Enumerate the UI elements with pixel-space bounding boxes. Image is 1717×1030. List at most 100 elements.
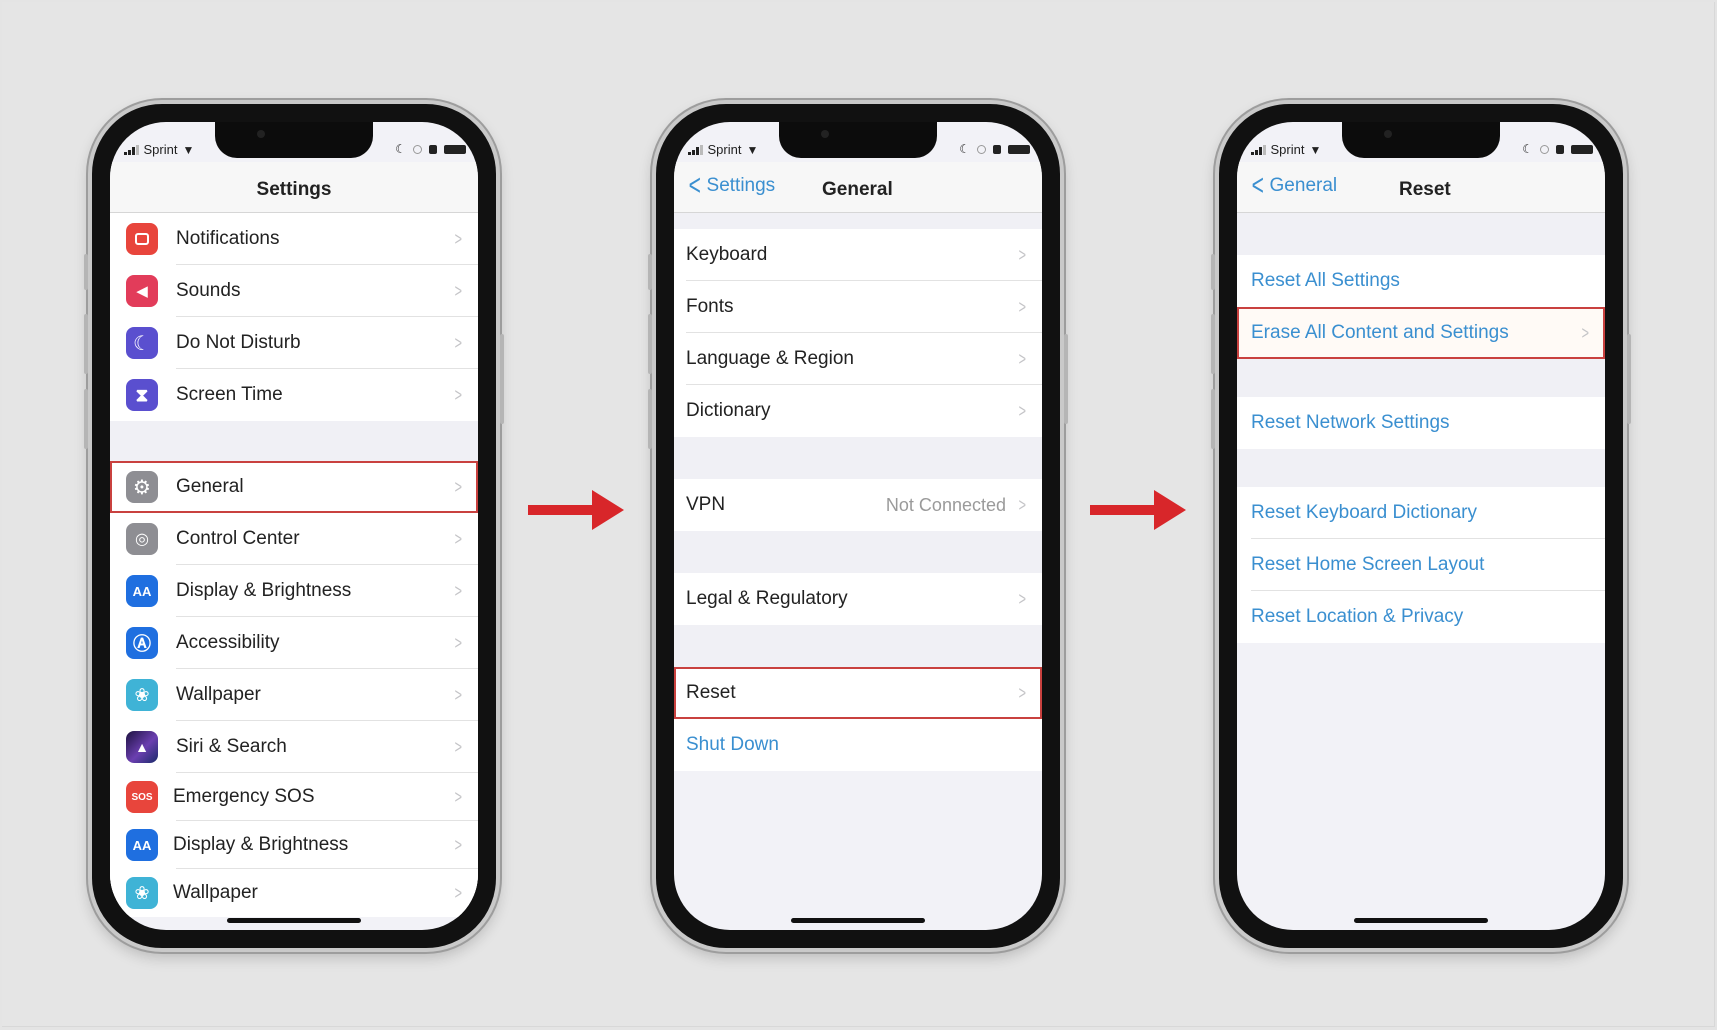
- notch: [779, 122, 937, 158]
- general-item-language-region[interactable]: Language & Region >: [674, 333, 1042, 385]
- screen: Sprint ▼ ☾ < General Reset Reset All Set…: [1237, 122, 1605, 930]
- alarm-icon: [1556, 144, 1564, 154]
- section-gap: [674, 531, 1042, 573]
- orientation-lock-icon: [1540, 144, 1549, 154]
- chevron-right-icon: >: [455, 736, 463, 757]
- power-button: [1627, 334, 1631, 424]
- chevron-right-icon: >: [455, 684, 463, 705]
- battery-icon: [444, 144, 466, 154]
- home-indicator[interactable]: [227, 918, 361, 923]
- accessibility-icon: Ⓐ: [126, 627, 158, 659]
- general-item-dictionary[interactable]: Dictionary >: [674, 385, 1042, 437]
- flower-icon: ❀: [126, 679, 158, 711]
- settings-item-notifications[interactable]: Notifications >: [110, 213, 478, 265]
- settings-item-display-brightness-2[interactable]: AA Display & Brightness >: [110, 821, 478, 869]
- chevron-right-icon: >: [455, 384, 463, 405]
- back-button[interactable]: < Settings: [686, 169, 776, 202]
- general-group-reset: Reset > Shut Down: [674, 667, 1042, 771]
- chevron-right-icon: >: [455, 476, 463, 497]
- settings-item-wallpaper-2[interactable]: ❀ Wallpaper >: [110, 869, 478, 917]
- speaker-icon: ◀: [126, 275, 158, 307]
- general-item-reset[interactable]: Reset >: [674, 667, 1042, 719]
- chevron-left-icon: <: [688, 169, 701, 202]
- settings-item-siri-search[interactable]: ▲ Siri & Search >: [110, 721, 478, 773]
- chevron-right-icon: >: [455, 786, 463, 807]
- alarm-icon: [993, 144, 1001, 154]
- back-button[interactable]: < General: [1249, 171, 1338, 201]
- back-label: Settings: [706, 175, 776, 196]
- item-label: Legal & Regulatory: [686, 588, 848, 609]
- item-label: Emergency SOS: [173, 786, 315, 807]
- settings-item-screen-time[interactable]: ⧗ Screen Time >: [110, 369, 478, 421]
- settings-item-accessibility[interactable]: Ⓐ Accessibility >: [110, 617, 478, 669]
- reset-group-3: Reset Keyboard Dictionary Reset Home Scr…: [1237, 487, 1605, 643]
- settings-item-control-center[interactable]: ◎ Control Center >: [110, 513, 478, 565]
- chevron-right-icon: >: [455, 882, 463, 903]
- carrier-label: Sprint: [143, 142, 178, 157]
- item-label: Dictionary: [686, 400, 771, 421]
- chevron-right-icon: >: [455, 528, 463, 549]
- screen: Sprint ▼ ☾ < Settings General Keyboard >…: [674, 122, 1042, 930]
- item-label: Shut Down: [686, 734, 779, 755]
- settings-item-sounds[interactable]: ◀ Sounds >: [110, 265, 478, 317]
- chevron-right-icon: >: [1019, 494, 1027, 515]
- page-title: Settings: [256, 179, 332, 200]
- notch: [215, 122, 373, 158]
- phone-general: Sprint ▼ ☾ < Settings General Keyboard >…: [648, 100, 1068, 952]
- item-label: Wallpaper: [176, 684, 261, 705]
- sos-icon: SOS: [126, 781, 158, 813]
- item-label: Keyboard: [686, 244, 768, 265]
- signal-icon: [688, 144, 703, 155]
- reset-group-2: Reset Network Settings: [1237, 397, 1605, 449]
- battery-icon: [1571, 144, 1593, 154]
- section-gap: [1237, 213, 1605, 255]
- wifi-icon: ▼: [1309, 142, 1322, 157]
- reset-home-screen-layout-button[interactable]: Reset Home Screen Layout: [1237, 539, 1605, 591]
- reset-network-settings-button[interactable]: Reset Network Settings: [1237, 397, 1605, 449]
- settings-group-1: Notifications > ◀ Sounds > ☾ Do Not Dist…: [110, 213, 478, 421]
- volume-down-button: [84, 389, 88, 449]
- general-group-legal: Legal & Regulatory >: [674, 573, 1042, 625]
- general-item-vpn[interactable]: VPN Not Connected >: [674, 479, 1042, 531]
- signal-icon: [1251, 144, 1266, 155]
- item-label: General: [176, 476, 244, 497]
- settings-item-wallpaper[interactable]: ❀ Wallpaper >: [110, 669, 478, 721]
- settings-item-do-not-disturb[interactable]: ☾ Do Not Disturb >: [110, 317, 478, 369]
- chevron-right-icon: >: [1019, 296, 1027, 317]
- notch: [1342, 122, 1500, 158]
- right-arrow-icon: [528, 490, 624, 530]
- erase-all-content-button[interactable]: Erase All Content and Settings >: [1237, 307, 1605, 359]
- general-item-keyboard[interactable]: Keyboard >: [674, 229, 1042, 281]
- power-button: [500, 334, 504, 424]
- reset-group-1: Reset All Settings Erase All Content and…: [1237, 255, 1605, 359]
- item-label: Reset Network Settings: [1251, 412, 1450, 433]
- item-label: Siri & Search: [176, 736, 287, 757]
- moon-icon: ☾: [1522, 142, 1533, 156]
- reset-keyboard-dictionary-button[interactable]: Reset Keyboard Dictionary: [1237, 487, 1605, 539]
- nav-bar: < Settings General: [674, 162, 1042, 213]
- item-label: Accessibility: [176, 632, 280, 653]
- chevron-right-icon: >: [1019, 400, 1027, 421]
- settings-group-2: ⚙ General > ◎ Control Center > AA Displa…: [110, 461, 478, 917]
- settings-item-display-brightness[interactable]: AA Display & Brightness >: [110, 565, 478, 617]
- flower-icon: ❀: [126, 877, 158, 909]
- settings-item-general[interactable]: ⚙ General >: [110, 461, 478, 513]
- phone-reset: Sprint ▼ ☾ < General Reset Reset All Set…: [1211, 100, 1631, 952]
- item-label: Erase All Content and Settings: [1251, 322, 1509, 343]
- home-indicator[interactable]: [1354, 918, 1488, 923]
- toggles-icon: ◎: [126, 523, 158, 555]
- page-title: General: [822, 179, 893, 200]
- shut-down-button[interactable]: Shut Down: [674, 719, 1042, 771]
- general-item-fonts[interactable]: Fonts >: [674, 281, 1042, 333]
- reset-location-privacy-button[interactable]: Reset Location & Privacy: [1237, 591, 1605, 643]
- vpn-status: Not Connected: [885, 494, 1006, 515]
- side-button: [1211, 254, 1215, 290]
- home-indicator[interactable]: [791, 918, 925, 923]
- settings-item-emergency-sos[interactable]: SOS Emergency SOS >: [110, 773, 478, 821]
- chevron-right-icon: >: [455, 580, 463, 601]
- reset-all-settings-button[interactable]: Reset All Settings: [1237, 255, 1605, 307]
- item-label: Reset Location & Privacy: [1251, 606, 1464, 627]
- general-item-legal-regulatory[interactable]: Legal & Regulatory >: [674, 573, 1042, 625]
- orientation-lock-icon: [977, 144, 986, 154]
- general-group-1: Keyboard > Fonts > Language & Region > D…: [674, 229, 1042, 437]
